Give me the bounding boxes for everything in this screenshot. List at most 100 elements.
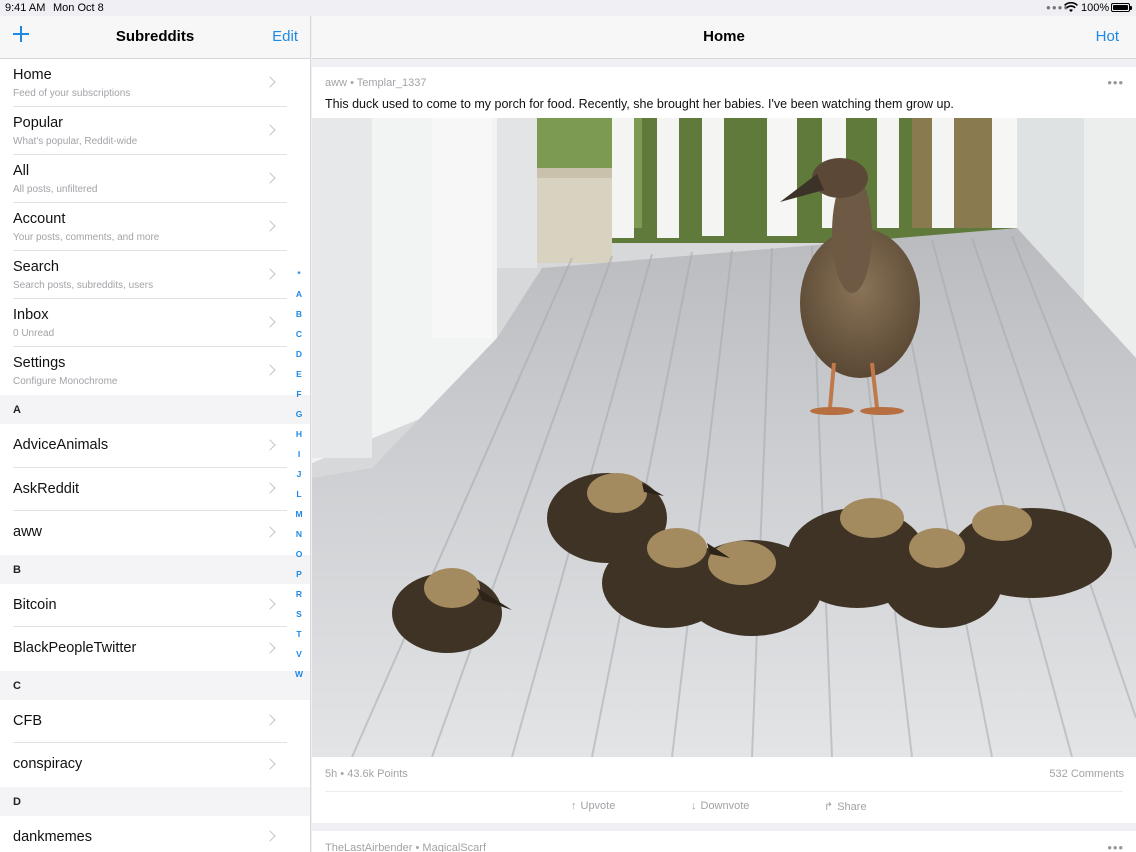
chevron-right-icon <box>264 268 276 280</box>
index-letter[interactable]: * <box>292 264 306 284</box>
post-subreddit[interactable]: aww <box>325 77 347 89</box>
subreddit-item[interactable]: AskReddit <box>0 468 310 511</box>
post-comments-link[interactable]: 532 Comments <box>1049 768 1124 780</box>
index-letter[interactable]: E <box>292 364 306 384</box>
menu-item-subtitle: All posts, unfiltered <box>13 184 98 195</box>
sidebar-header: Subreddits Edit <box>0 16 310 59</box>
menu-item-label: Home <box>13 67 52 83</box>
section-letter: C <box>13 679 21 692</box>
menu-item-all[interactable]: All All posts, unfiltered <box>0 155 310 203</box>
index-letter[interactable]: O <box>292 544 306 564</box>
main-header: Home Hot <box>312 16 1136 59</box>
post-age: 5h <box>325 768 338 780</box>
share-button[interactable]: ↱ Share <box>824 800 867 813</box>
chevron-right-icon <box>264 526 276 538</box>
section-index-bar[interactable]: * A B C D E F G H I J L M N O P R S T V W <box>292 264 306 684</box>
post-meta[interactable]: aww • Templar_1337 <box>325 77 427 89</box>
index-letter[interactable]: N <box>292 524 306 544</box>
main-feed: Home Hot aww • Templar_1337 ••• This duc… <box>312 16 1136 852</box>
subreddit-item[interactable]: aww <box>0 511 310 555</box>
section-header-d: D <box>0 786 310 816</box>
menu-item-inbox[interactable]: Inbox 0 Unread <box>0 299 310 347</box>
subreddit-item[interactable]: BlackPeopleTwitter <box>0 627 310 671</box>
post-title[interactable]: This duck used to come to my porch for f… <box>325 97 954 111</box>
index-letter[interactable]: W <box>292 664 306 684</box>
section-letter: B <box>13 563 21 576</box>
post-author[interactable]: MagicalScarf <box>422 842 486 852</box>
post-author[interactable]: Templar_1337 <box>357 77 427 89</box>
subreddit-item[interactable]: dankmemes <box>0 816 310 852</box>
index-letter[interactable]: P <box>292 564 306 584</box>
index-letter[interactable]: I <box>292 444 306 464</box>
index-letter[interactable]: T <box>292 624 306 644</box>
upvote-button[interactable]: ↑ Upvote <box>571 800 615 812</box>
menu-item-subtitle: Your posts, comments, and more <box>13 232 160 243</box>
index-letter[interactable]: C <box>292 324 306 344</box>
subreddit-label: Bitcoin <box>13 596 57 613</box>
section-header-b: B <box>0 554 310 584</box>
subreddit-label: AskReddit <box>13 480 80 497</box>
menu-item-popular[interactable]: Popular What's popular, Reddit-wide <box>0 107 310 155</box>
menu-item-home[interactable]: Home Feed of your subscriptions <box>0 59 310 107</box>
subreddit-item[interactable]: conspiracy <box>0 743 310 787</box>
more-options-icon[interactable]: ••• <box>1107 75 1124 90</box>
section-letter: A <box>13 404 21 416</box>
index-letter[interactable]: F <box>292 384 306 404</box>
menu-item-account[interactable]: Account Your posts, comments, and more <box>0 203 310 251</box>
chevron-right-icon <box>264 316 276 328</box>
chevron-right-icon <box>264 714 276 726</box>
duck-photo <box>312 118 1136 757</box>
status-time: 9:41 AM <box>5 2 46 14</box>
menu-item-label: Settings <box>13 355 66 371</box>
index-letter[interactable]: M <box>292 504 306 524</box>
menu-item-label: All <box>13 163 30 179</box>
index-letter[interactable]: G <box>292 404 306 424</box>
wifi-icon <box>1064 1 1078 16</box>
subreddit-label: CFB <box>13 712 42 729</box>
subreddit-item[interactable]: Bitcoin <box>0 584 310 627</box>
section-header-c: C <box>0 670 310 700</box>
more-options-icon[interactable]: ••• <box>1107 840 1124 852</box>
chevron-right-icon <box>264 482 276 494</box>
index-letter[interactable]: A <box>292 284 306 304</box>
index-letter[interactable]: H <box>292 424 306 444</box>
post-card[interactable]: TheLastAirbender • MagicalScarf ••• <box>312 831 1136 852</box>
upvote-label: Upvote <box>580 800 616 812</box>
index-letter[interactable]: B <box>292 304 306 324</box>
subreddit-item[interactable]: CFB <box>0 700 310 743</box>
chevron-right-icon <box>264 439 276 451</box>
status-bar: 9:41 AM Mon Oct 8 ●●●● 100% <box>0 0 1136 16</box>
post-meta[interactable]: TheLastAirbender • MagicalScarf <box>325 842 486 852</box>
chevron-right-icon <box>264 364 276 376</box>
edit-button[interactable]: Edit <box>272 28 298 45</box>
menu-item-subtitle: Search posts, subreddits, users <box>13 280 154 291</box>
chevron-right-icon <box>264 758 276 770</box>
index-letter[interactable]: R <box>292 584 306 604</box>
index-letter[interactable]: S <box>292 604 306 624</box>
section-header-a: A <box>0 395 310 424</box>
sort-button[interactable]: Hot <box>1096 28 1119 45</box>
subreddit-item[interactable]: AdviceAnimals <box>0 424 310 468</box>
downvote-button[interactable]: ↓ Downvote <box>691 800 749 812</box>
menu-item-subtitle: Configure Monochrome <box>13 376 118 387</box>
index-letter[interactable]: D <box>292 344 306 364</box>
index-letter[interactable]: L <box>292 484 306 504</box>
menu-item-search[interactable]: Search Search posts, subreddits, users <box>0 251 310 299</box>
menu-item-label: Search <box>13 259 59 275</box>
post-subreddit[interactable]: TheLastAirbender <box>325 842 412 852</box>
battery-percent: 100% <box>1081 2 1110 14</box>
index-letter[interactable]: V <box>292 644 306 664</box>
downvote-label: Downvote <box>700 800 750 812</box>
chevron-right-icon <box>264 172 276 184</box>
share-label: Share <box>837 801 867 813</box>
post-card[interactable]: aww • Templar_1337 ••• This duck used to… <box>312 67 1136 823</box>
chevron-right-icon <box>264 76 276 88</box>
menu-item-label: Inbox <box>13 307 49 323</box>
sidebar-title: Subreddits <box>115 28 195 45</box>
menu-item-settings[interactable]: Settings Configure Monochrome <box>0 347 310 395</box>
menu-item-subtitle: Feed of your subscriptions <box>13 88 131 99</box>
subreddit-label: dankmemes <box>13 828 92 845</box>
post-image[interactable] <box>312 118 1136 757</box>
index-letter[interactable]: J <box>292 464 306 484</box>
chevron-right-icon <box>264 830 276 842</box>
